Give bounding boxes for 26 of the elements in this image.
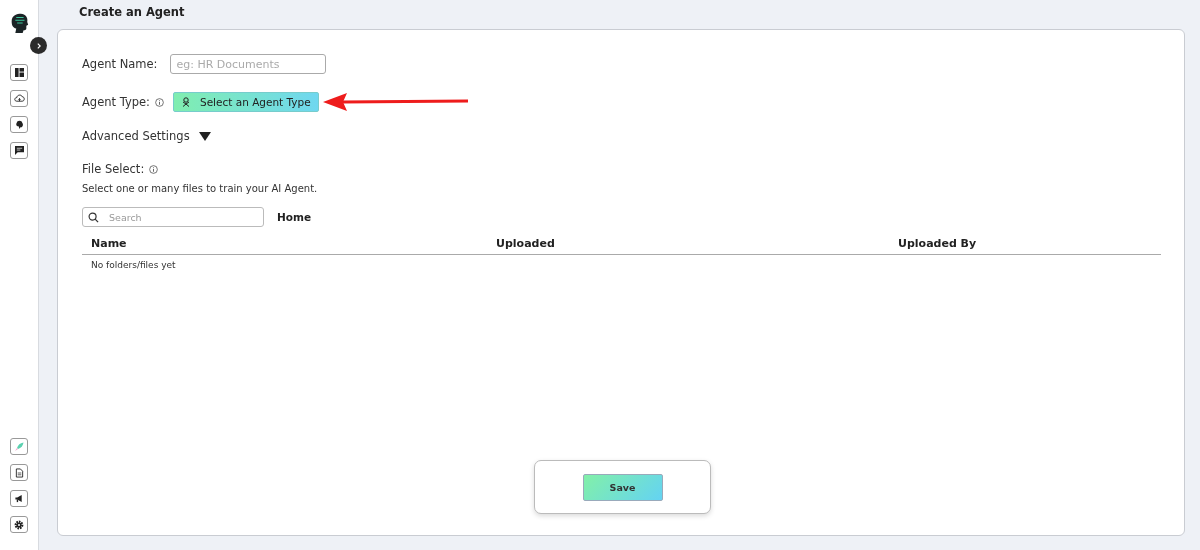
advanced-settings-toggle[interactable]: Advanced Settings [82,129,211,143]
dashboard-icon[interactable] [10,64,28,81]
agent-icon [181,97,191,107]
cloud-upload-icon[interactable] [10,90,28,107]
caret-icon [198,131,211,141]
column-header: Uploaded [496,237,556,250]
info-icon [149,164,159,174]
megaphone-icon[interactable] [10,490,28,507]
empty-message: No folders/files yet [91,260,176,270]
chat-icon[interactable] [10,142,28,159]
breadcrumb-home[interactable]: Home [277,211,312,223]
select-agent-type-button[interactable]: Select an Agent Type [173,92,319,112]
settings-icon[interactable] [10,516,28,533]
info-icon [155,97,164,107]
agent-name-label: Agent Name: [82,57,158,71]
file-select-label: File Select: [82,162,145,176]
save-button[interactable]: Save [582,473,663,501]
document-icon[interactable] [10,464,28,481]
agent-name-field[interactable]: eg: HR Documents [169,54,326,74]
search-field[interactable]: Search [82,207,264,227]
expand-sidebar-button[interactable] [30,37,47,54]
column-header: Uploaded By [898,237,978,250]
agent-type-label: Agent Type: [82,95,150,109]
page-title: Create an Agent [79,5,186,19]
file-select-description: Select one or many files to train your AI Agent. [82,183,319,194]
column-header: Name [91,237,128,250]
